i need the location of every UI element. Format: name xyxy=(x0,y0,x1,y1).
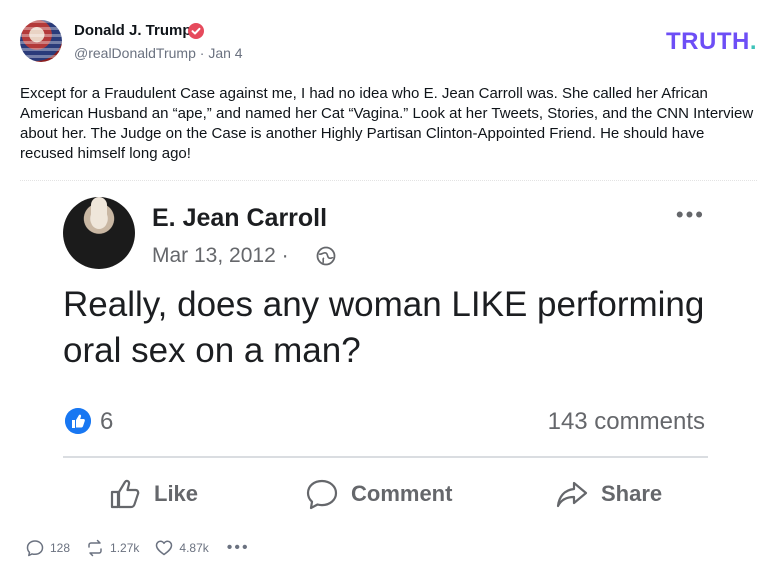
author-name[interactable]: Donald J. Trump xyxy=(74,22,192,39)
reply-count: 128 xyxy=(50,541,71,555)
embed-divider xyxy=(63,456,708,458)
embed-avatar xyxy=(63,197,135,269)
retruth-icon xyxy=(88,539,102,557)
more-options-icon[interactable]: ••• xyxy=(227,539,250,557)
author-meta: @realDonaldTrump · Jan 4 xyxy=(74,45,243,61)
brand-dot: . xyxy=(749,28,757,55)
embed-date: Mar 13, 2012 xyxy=(152,244,276,267)
embedded-image[interactable]: E. Jean Carroll Mar 13, 2012 · ••• Reall… xyxy=(20,178,757,523)
like-button[interactable]: 4.87k xyxy=(155,539,209,557)
meta-separator: · xyxy=(199,45,205,61)
embed-like-count: 6 xyxy=(100,408,114,435)
reply-button[interactable]: 128 xyxy=(26,539,70,557)
truth-logo: TRUTH. xyxy=(666,28,757,56)
like-reaction-icon xyxy=(65,408,91,434)
embed-post-text: Really, does any woman LIKE performing o… xyxy=(63,285,705,370)
embed-like-action: Like xyxy=(108,474,198,514)
embed-date-separator: · xyxy=(281,244,289,267)
embed-author-name: E. Jean Carroll xyxy=(152,204,328,232)
post-text: Except for a Fraudulent Case against me,… xyxy=(20,85,754,162)
globe-icon xyxy=(316,246,336,266)
embed-like-label: Like xyxy=(154,481,199,506)
retruth-count: 1.27k xyxy=(110,541,140,555)
verified-badge-icon xyxy=(188,23,204,39)
author-handle[interactable]: @realDonaldTrump xyxy=(74,45,196,61)
post-actions-bar: 128 1.27k 4.87k ••• xyxy=(26,537,250,559)
embed-date-line: Mar 13, 2012 · xyxy=(152,244,289,268)
embed-share-label: Share xyxy=(601,481,663,506)
embed-top-divider xyxy=(20,180,757,181)
heart-icon xyxy=(156,540,173,556)
comment-bubble-icon xyxy=(306,479,338,510)
embed-comments-count: 143 comments xyxy=(547,408,705,435)
thumbs-up-icon xyxy=(110,479,140,509)
reply-bubble-icon xyxy=(26,540,44,557)
retruth-button[interactable]: 1.27k xyxy=(86,539,139,557)
embed-share-action: Share xyxy=(555,474,662,514)
brand-name: TRUTH xyxy=(666,28,750,55)
share-arrow-icon xyxy=(556,481,588,508)
like-count: 4.87k xyxy=(179,541,209,555)
embed-more-icon: ••• xyxy=(675,202,705,227)
avatar[interactable] xyxy=(20,20,62,62)
post-date[interactable]: Jan 4 xyxy=(208,45,242,61)
embed-comment-action: Comment xyxy=(305,474,452,514)
embed-comment-label: Comment xyxy=(351,481,453,506)
